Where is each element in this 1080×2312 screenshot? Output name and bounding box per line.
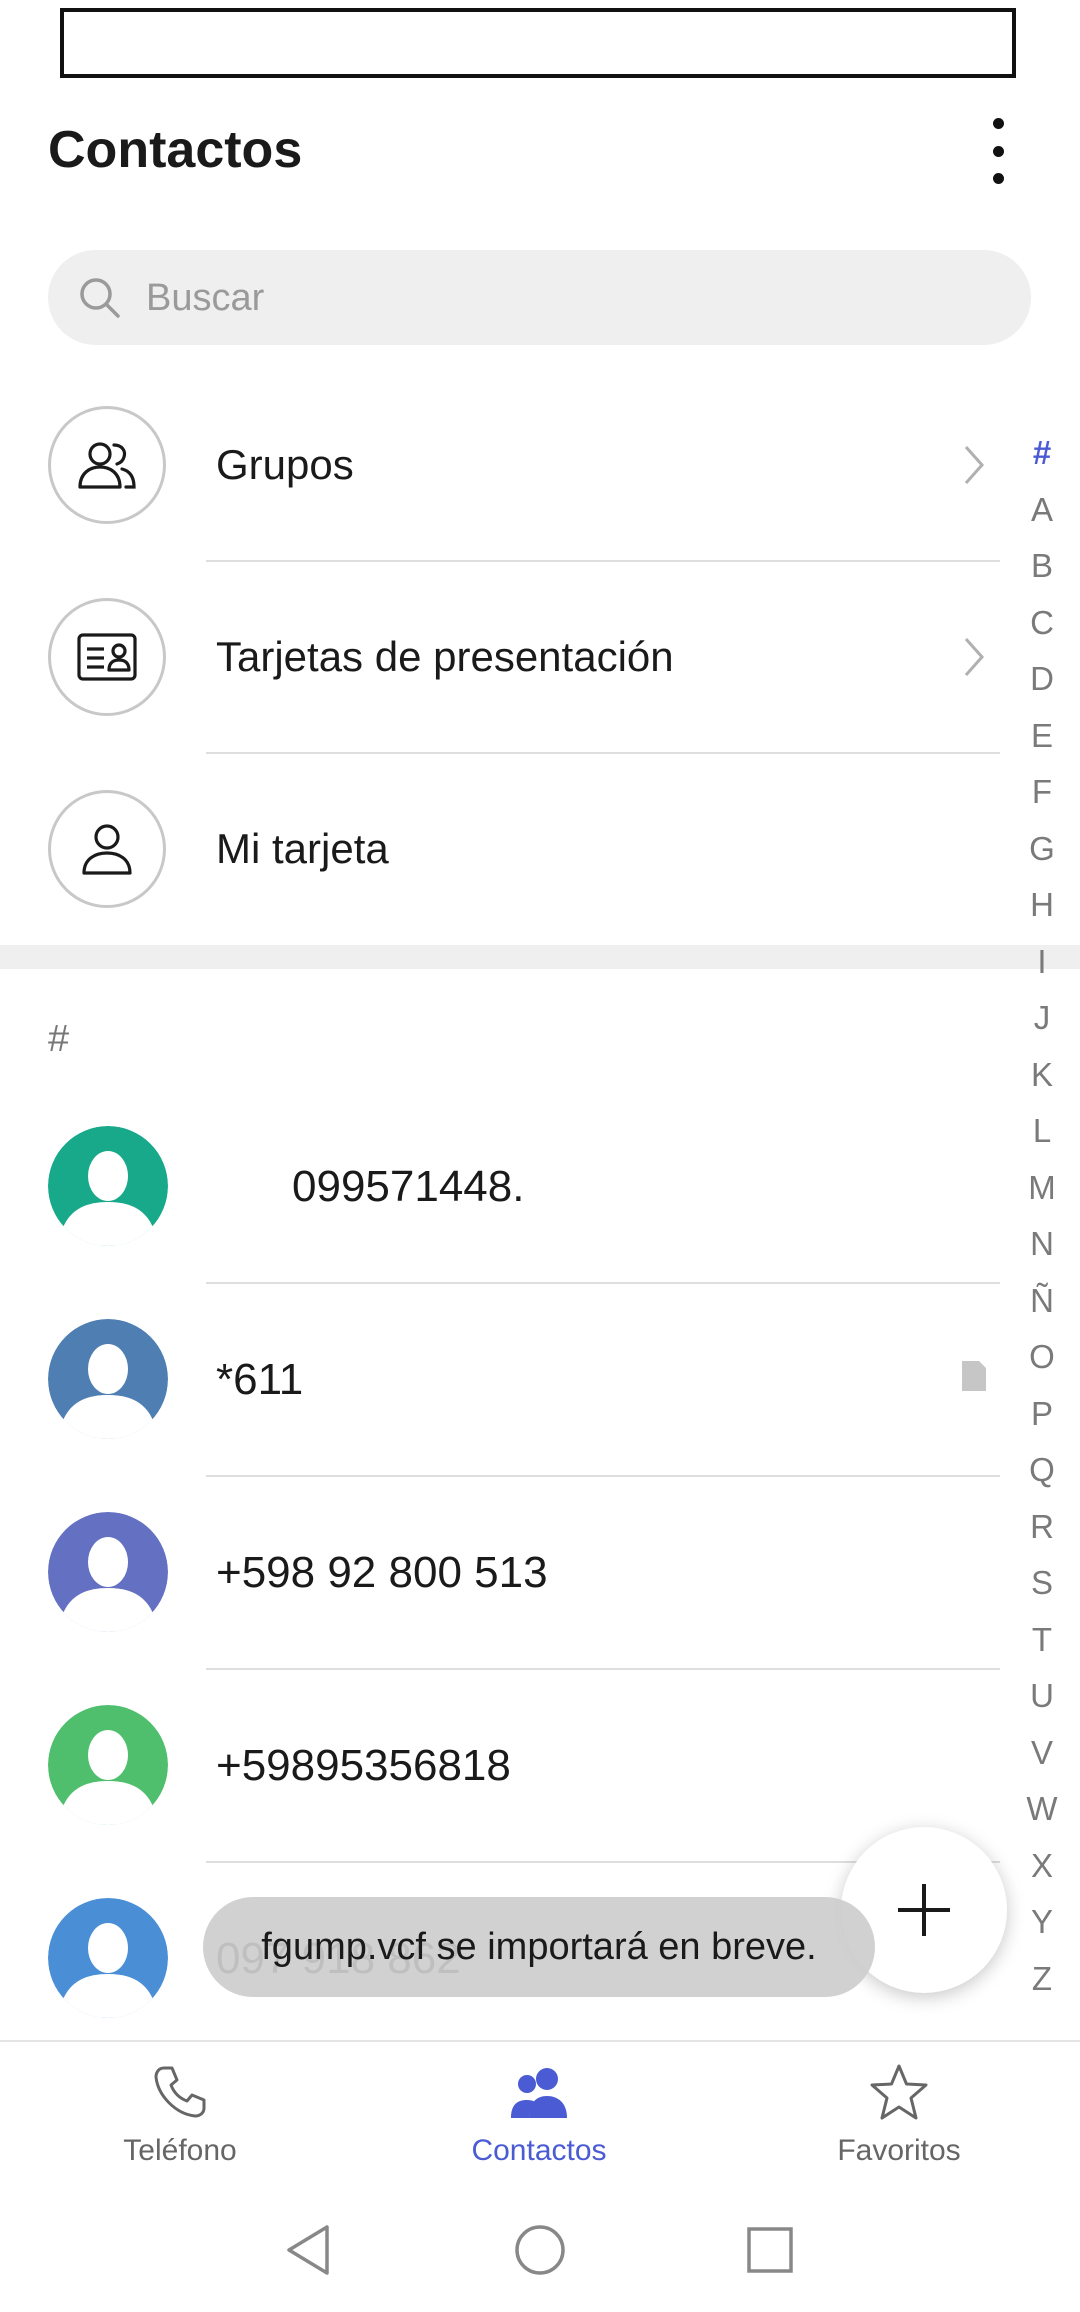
more-vertical-icon-dot [992,145,1004,157]
recents-button[interactable] [740,2220,800,2280]
avatar [48,1705,168,1825]
home-button[interactable] [510,2220,570,2280]
business-card-icon [77,633,137,681]
contact-name: +59895356818 [216,1741,511,1790]
alphabet-index-letter[interactable]: I [1012,934,1072,991]
contact-name: +598 92 800 513 [216,1548,548,1597]
sim-card-icon [962,1361,986,1391]
person-icon-circle [48,790,166,908]
alphabet-index-letter[interactable]: # [1012,425,1072,482]
alphabet-index-letter[interactable]: Y [1012,1894,1072,1951]
alphabet-index-letter[interactable]: A [1012,482,1072,539]
alphabet-index-letter[interactable]: U [1012,1668,1072,1725]
contact-row[interactable]: 099571448. [0,1090,1010,1284]
tab-favorites[interactable]: Favoritos [749,2062,1049,2168]
menu-item-business-cards[interactable]: Tarjetas de presentación [0,561,1010,753]
search-icon [80,278,120,318]
alphabet-index[interactable]: # A B C D E F G H I J K L M N Ñ O P Q R S T U V W X Y Z [1012,425,1072,2007]
avatar [48,1126,168,1246]
system-navigation-bar [0,2190,1080,2312]
menu-item-groups[interactable]: Grupos [0,369,1010,561]
contacts-icon [511,2068,567,2118]
alphabet-index-letter[interactable]: B [1012,538,1072,595]
avatar [48,1512,168,1632]
tab-contacts[interactable]: Contactos [389,2062,689,2168]
alphabet-index-letter[interactable]: J [1012,990,1072,1047]
groups-icon [78,442,136,489]
tab-label: Contactos [471,2134,607,2167]
search-bar[interactable] [48,250,1031,347]
person-icon [82,824,132,875]
alphabet-index-letter[interactable]: M [1012,1160,1072,1217]
menu-item-label: Mi tarjeta [216,825,389,872]
more-options-button[interactable] [970,118,1026,184]
alphabet-index-letter[interactable]: K [1012,1047,1072,1104]
alphabet-index-letter[interactable]: R [1012,1499,1072,1556]
home-circle-icon [515,2225,565,2275]
alphabet-index-letter[interactable]: X [1012,1838,1072,1895]
back-triangle-icon [287,2225,329,2275]
alphabet-index-letter[interactable]: Ñ [1012,1273,1072,1330]
phone-icon [154,2066,206,2118]
tab-label: Teléfono [123,2134,237,2167]
business-card-icon-circle [48,598,166,716]
contact-name: *611 [216,1355,304,1404]
alphabet-index-letter[interactable]: S [1012,1555,1072,1612]
alphabet-index-letter[interactable]: T [1012,1612,1072,1669]
groups-icon-circle [48,406,166,524]
search-input[interactable] [144,250,1008,347]
alphabet-index-letter[interactable]: W [1012,1781,1072,1838]
contact-name: 099571448. [292,1162,525,1211]
avatar [48,1319,168,1439]
alphabet-index-letter[interactable]: L [1012,1103,1072,1160]
alphabet-index-letter[interactable]: F [1012,764,1072,821]
bottom-navigation: Teléfono Contactos Favoritos [0,2040,1080,2192]
section-header: # [48,1018,70,1060]
alphabet-index-letter[interactable]: O [1012,1329,1072,1386]
alphabet-index-letter[interactable]: G [1012,821,1072,878]
section-separator [0,945,1080,969]
status-bar-placeholder [60,8,1016,78]
contact-row[interactable]: *611 [0,1283,1010,1477]
alphabet-index-letter[interactable]: C [1012,595,1072,652]
menu-item-label: Tarjetas de presentación [216,633,674,680]
contact-row[interactable]: +59895356818 [0,1669,1010,1863]
contact-row[interactable]: +598 92 800 513 [0,1476,1010,1670]
alphabet-index-letter[interactable]: Q [1012,1442,1072,1499]
alphabet-index-letter[interactable]: Z [1012,1951,1072,2008]
star-icon [870,2064,928,2120]
menu-item-my-card[interactable]: Mi tarjeta [0,753,1010,945]
alphabet-index-letter[interactable]: P [1012,1386,1072,1443]
alphabet-index-letter[interactable]: H [1012,877,1072,934]
page-title: Contactos [48,121,303,179]
more-vertical-icon [992,118,1004,129]
tab-phone[interactable]: Teléfono [30,2062,330,2168]
alphabet-index-letter[interactable]: V [1012,1725,1072,1782]
toast-message: fgump.vcf se importará en breve. [203,1897,875,1997]
plus-icon [898,1884,950,1936]
avatar [48,1898,168,2018]
menu-item-label: Grupos [216,441,354,488]
recents-square-icon [747,2227,793,2273]
back-button[interactable] [278,2220,338,2280]
chevron-right-icon [964,446,985,484]
tab-label: Favoritos [837,2134,961,2167]
alphabet-index-letter[interactable]: D [1012,651,1072,708]
chevron-right-icon [964,638,985,676]
more-vertical-icon-dot [992,173,1004,184]
alphabet-index-letter[interactable]: N [1012,1216,1072,1273]
alphabet-index-letter[interactable]: E [1012,708,1072,765]
